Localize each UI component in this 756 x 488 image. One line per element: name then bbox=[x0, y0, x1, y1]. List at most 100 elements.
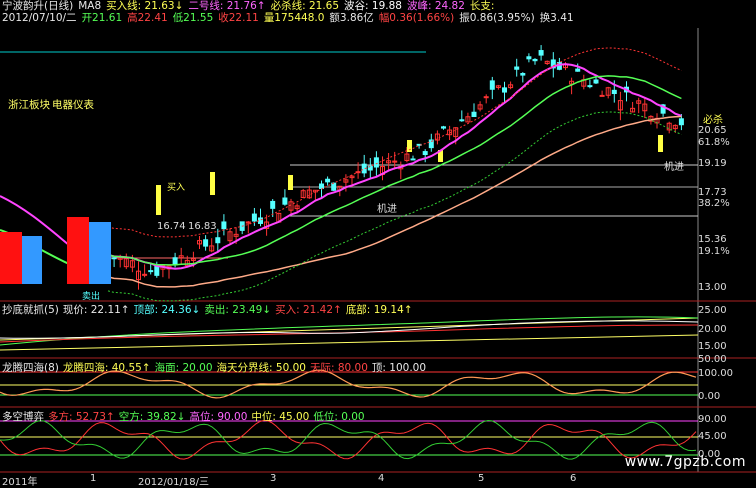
indicator-value: 底部: 19.14↑ bbox=[345, 304, 413, 316]
indicator-value: 抄底就抓(5) bbox=[2, 304, 59, 316]
candle-body bbox=[270, 200, 276, 209]
candle-body bbox=[520, 72, 526, 76]
candle-body bbox=[532, 58, 538, 62]
axis-tick-label: 25.00 bbox=[698, 305, 727, 316]
candle-body bbox=[575, 68, 581, 72]
date-tick-label: 6 bbox=[570, 473, 577, 484]
candle-body bbox=[611, 89, 617, 95]
axis-tick-label: 19.19 bbox=[698, 158, 727, 169]
indicator-value: MA8 bbox=[78, 0, 102, 12]
candle-body bbox=[483, 96, 489, 99]
buy-label: 买入 bbox=[167, 183, 186, 193]
candle-body bbox=[251, 213, 257, 222]
indicator-value: 龙腾四海: 40.55↑ bbox=[62, 362, 151, 374]
candle-body bbox=[154, 265, 160, 276]
axis-tick-label: 90.00 bbox=[698, 414, 727, 425]
indicator-value: 买入线: 21.63↓ bbox=[106, 0, 184, 12]
signal-candle bbox=[288, 175, 293, 190]
indicator-value: 长支: bbox=[469, 0, 495, 12]
jijin-label-1: 机进 bbox=[377, 204, 397, 215]
candle-body bbox=[489, 80, 495, 90]
volume-block bbox=[67, 217, 89, 284]
indicator-value: 波谷: 19.88 bbox=[344, 0, 402, 12]
candle-body bbox=[221, 221, 227, 230]
candle-body bbox=[172, 257, 178, 266]
industry-label[interactable]: 电器仪表 bbox=[52, 97, 94, 112]
bisha-label: 必杀 bbox=[703, 115, 723, 126]
candle-body bbox=[203, 239, 209, 247]
candle-body bbox=[319, 183, 324, 189]
signal-candle bbox=[210, 172, 215, 195]
pane-label-longteng: 龙腾四海(8) 龙腾四海: 40.55↑ 海面: 20.00 海天分界线: 50.00… bbox=[2, 362, 430, 375]
indicator-value: 空方: 39.82↓ bbox=[118, 411, 186, 423]
candle-body bbox=[526, 56, 532, 60]
volume-block bbox=[89, 222, 111, 284]
indicator-value: 龙腾四海(8) bbox=[2, 362, 59, 374]
header-line-2: 2012/07/10/二 开21.61 高22.41 低21.55 收22.11 量175… bbox=[2, 12, 579, 25]
volume-block bbox=[22, 236, 42, 284]
indicator-value: 振0.86(3.95%) bbox=[459, 12, 535, 24]
indicator-value: 多方: 52.73↑ bbox=[48, 411, 115, 423]
date-tick-label: 5 bbox=[478, 473, 485, 484]
axis-tick-label: 100.00 bbox=[698, 368, 733, 379]
indicator-value: 多空博弈 bbox=[2, 411, 44, 423]
axis-tick-label: 38.2% bbox=[698, 198, 730, 209]
candle-body bbox=[599, 94, 605, 97]
candle-body bbox=[282, 197, 288, 205]
candle-body bbox=[410, 158, 416, 161]
candle-body bbox=[258, 217, 263, 224]
axis-tick-label: 15.00 bbox=[698, 341, 727, 352]
indicator-value: 幅0.36(1.66%) bbox=[378, 12, 455, 24]
indicator-value: 2012/07/10/二 bbox=[2, 12, 77, 24]
volume-block bbox=[0, 232, 22, 284]
indicator-value: 必杀线: 21.65 bbox=[270, 0, 340, 12]
axis-tick-label: 15.36 bbox=[698, 234, 727, 245]
candle-body bbox=[422, 151, 428, 156]
sell-label: 卖出 bbox=[82, 292, 101, 302]
indicator-value: 量175448.0 bbox=[263, 12, 325, 24]
axis-tick-label: 17.73 bbox=[698, 187, 727, 198]
signal-candle bbox=[156, 185, 161, 215]
axis-tick-label: 20.00 bbox=[698, 324, 727, 335]
axis-tick-label: 61.8% bbox=[698, 137, 730, 148]
candle-body bbox=[373, 157, 379, 168]
indicator-value: 海面: 20.00 bbox=[154, 362, 213, 374]
jijin-label-2: 机进 bbox=[664, 162, 684, 173]
p4-wave bbox=[0, 419, 697, 460]
candle-body bbox=[148, 270, 154, 273]
pane-label-chaodi: 抄底就抓(5) 现价: 22.11↑ 顶部: 24.36↓ 卖出: 23.49↓ 买入:… bbox=[2, 304, 417, 317]
candle-body bbox=[593, 79, 599, 84]
indicator-value: 买入: 21.42↑ bbox=[275, 304, 342, 316]
sector-label[interactable]: 浙江板块 bbox=[8, 97, 50, 112]
axis-tick-label: 50.00 bbox=[698, 354, 727, 365]
indicator-value: 卖出: 23.49↓ bbox=[204, 304, 272, 316]
candle-body bbox=[587, 85, 593, 88]
axis-tick-label: 20.65 bbox=[698, 125, 727, 136]
indicator-value: 开21.61 bbox=[81, 12, 123, 24]
indicator-value: 高22.41 bbox=[127, 12, 168, 24]
candle-body bbox=[111, 257, 117, 260]
low-label-1: 16.74 bbox=[157, 221, 186, 232]
candle-body bbox=[678, 118, 684, 126]
p2-line bbox=[0, 324, 699, 343]
candle-body bbox=[471, 111, 477, 118]
date-tick-label: 2011年 bbox=[2, 477, 38, 488]
indicator-value: 顶: 100.00 bbox=[371, 362, 427, 374]
indicator-value: 低位: 0.00 bbox=[313, 411, 365, 423]
indicator-value: 额3.86亿 bbox=[329, 12, 374, 24]
indicator-value: 低21.55 bbox=[172, 12, 214, 24]
indicator-value: 天际: 80.00 bbox=[309, 362, 368, 374]
indicator-value: 海天分界线: 50.00 bbox=[216, 362, 306, 374]
date-tick-label: 4 bbox=[378, 473, 385, 484]
p4-wave bbox=[0, 419, 697, 460]
indicator-value: 中位: 45.00 bbox=[251, 411, 310, 423]
indicator-value: 现价: 22.11↑ bbox=[62, 304, 130, 316]
axis-tick-label: 13.00 bbox=[698, 282, 727, 293]
indicator-value: 收22.11 bbox=[218, 12, 259, 24]
pane-label-duokong: 多空博弈 多方: 52.73↑ 空方: 39.82↓ 高位: 90.00 中位: 45.… bbox=[2, 411, 369, 424]
low-label-2: 16.83 bbox=[188, 221, 217, 232]
date-tick-label: 2012/01/18/三 bbox=[138, 477, 210, 488]
candle-body bbox=[215, 237, 221, 244]
signal-candle bbox=[658, 135, 663, 152]
watermark: www.7gpzb.com bbox=[624, 454, 746, 470]
